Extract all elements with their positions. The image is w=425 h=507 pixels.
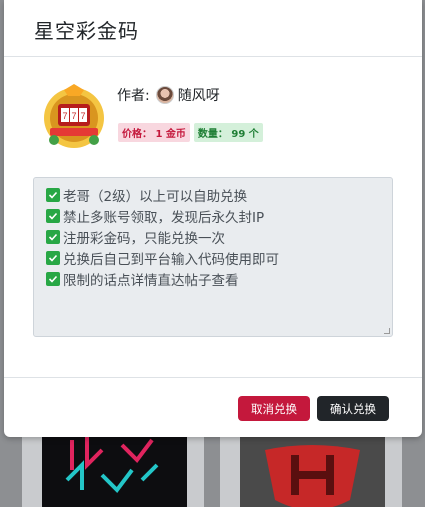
svg-text:7: 7 <box>62 111 67 121</box>
modal-header: 星空彩金码 <box>4 0 422 57</box>
rules-textarea[interactable]: 老哥（2级）以上可以自助兑换 禁止多账号领取，发现后永久封IP 注册彩金码，只能… <box>33 177 393 337</box>
resize-handle[interactable] <box>384 328 390 334</box>
check-icon <box>46 208 60 223</box>
cancel-redeem-button[interactable]: 取消兑换 <box>238 396 310 421</box>
rule-item: 限制的话点详情直达帖子查看 <box>46 268 392 289</box>
price-badge: 价格： 1 金币 <box>118 123 190 142</box>
svg-text:7: 7 <box>80 111 85 121</box>
badges: 价格： 1 金币 数量： 99 个 <box>118 123 263 142</box>
rule-item: 老哥（2级）以上可以自助兑换 <box>46 184 392 205</box>
modal-body: 7 7 7 作者: 随风呀 价格： 1 金币 数量： 99 个 老哥（2级）以上… <box>4 57 422 377</box>
check-icon <box>46 187 60 202</box>
modal-title: 星空彩金码 <box>34 19 139 43</box>
modal-footer: 取消兑换 确认兑换 <box>4 377 422 437</box>
rule-text: 注册彩金码，只能兑换一次 <box>63 230 225 247</box>
author-row: 作者: 随风呀 <box>117 85 220 105</box>
author-label: 作者: <box>117 88 150 104</box>
check-icon <box>46 250 60 265</box>
rule-item: 兑换后自己到平台输入代码使用即可 <box>46 247 392 268</box>
rule-text: 兑换后自己到平台输入代码使用即可 <box>63 251 279 268</box>
background-thumbnail <box>240 430 385 507</box>
svg-text:7: 7 <box>71 111 76 121</box>
rule-item: 禁止多账号领取，发现后永久封IP <box>46 205 392 226</box>
rule-item: 注册彩金码，只能兑换一次 <box>46 226 392 247</box>
author-name[interactable]: 随风呀 <box>178 85 220 105</box>
redeem-modal: 星空彩金码 7 7 7 作者: 随风呀 价格： 1 金币 数量： 99 个 老哥… <box>4 0 422 437</box>
check-icon <box>46 229 60 244</box>
rule-text: 限制的话点详情直达帖子查看 <box>63 272 239 289</box>
confirm-redeem-button[interactable]: 确认兑换 <box>317 396 389 421</box>
slot-machine-logo: 7 7 7 <box>40 82 108 150</box>
count-badge: 数量： 99 个 <box>193 123 263 142</box>
rule-text: 老哥（2级）以上可以自助兑换 <box>63 188 248 205</box>
check-icon <box>46 271 60 286</box>
background-thumbnail <box>42 430 187 507</box>
avatar <box>155 86 174 104</box>
rule-text: 禁止多账号领取，发现后永久封IP <box>63 209 265 226</box>
